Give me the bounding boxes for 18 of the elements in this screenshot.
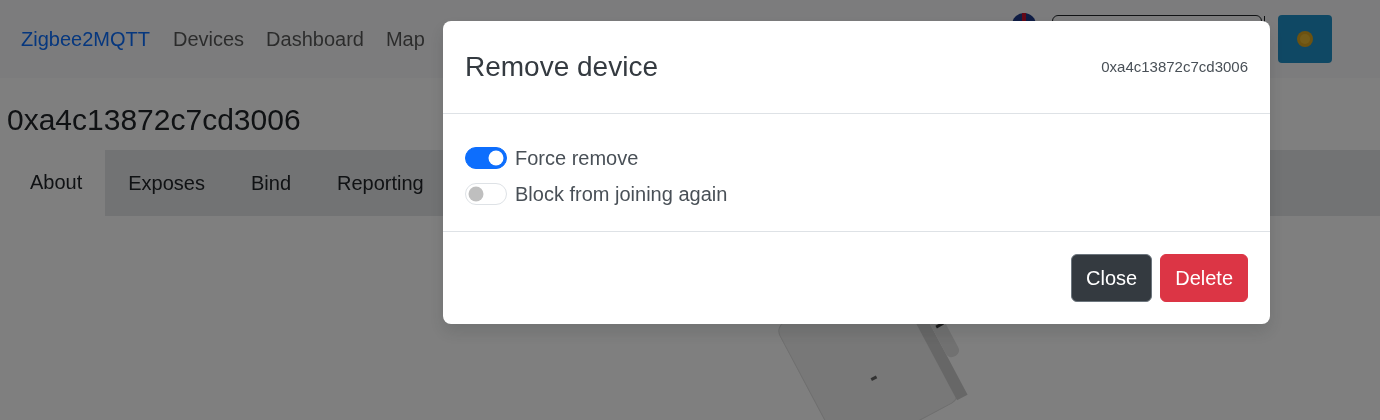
nav-link[interactable]: Devices — [161, 24, 256, 54]
option-label: Block from joining again — [515, 182, 728, 207]
nav-link[interactable]: Dashboard — [255, 24, 375, 54]
sun-icon — [1295, 29, 1315, 49]
brand-link[interactable]: Zigbee2MQTT — [21, 24, 150, 54]
tab[interactable]: About — [7, 150, 106, 216]
tab[interactable]: Bind — [228, 150, 314, 216]
toggle-switch[interactable] — [465, 147, 507, 169]
close-button[interactable]: Close — [1071, 254, 1153, 302]
device-title: 0xa4c13872c7cd3006 — [7, 102, 302, 138]
device-address: 0xa4c13872c7cd3006 — [1101, 56, 1248, 77]
tab[interactable]: Reporting — [314, 150, 447, 216]
option-label: Force remove — [515, 146, 639, 171]
nav-link[interactable]: Map — [374, 24, 436, 54]
modal-title: Remove device — [465, 50, 658, 84]
delete-button[interactable]: Delete — [1160, 254, 1248, 302]
tab[interactable]: Exposes — [105, 150, 228, 216]
theme-button[interactable] — [1278, 15, 1332, 63]
